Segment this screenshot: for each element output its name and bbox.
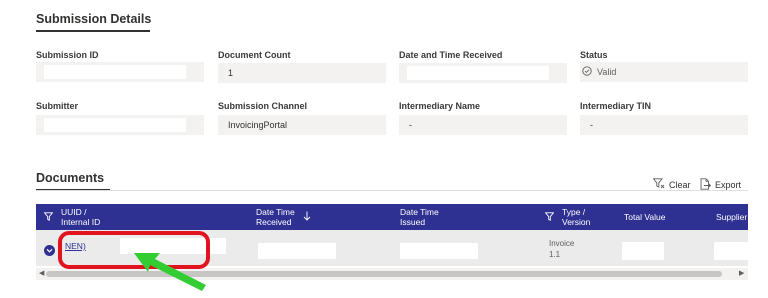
version-value: 1.1 <box>549 250 561 259</box>
column-date-issued-line2: Issued <box>400 217 426 227</box>
intermediary-name-value: - <box>399 115 567 135</box>
submission-id-value <box>36 62 204 82</box>
clear-filter-icon <box>652 178 665 191</box>
column-date-issued[interactable]: Date Time Issued <box>400 204 439 230</box>
intermediary-tin-label: Intermediary TIN <box>580 101 652 111</box>
expand-row-icon[interactable] <box>44 243 55 261</box>
filter-icon[interactable] <box>43 211 54 223</box>
filter-icon[interactable] <box>544 211 555 223</box>
column-supplier[interactable]: Supplier <box>716 204 748 230</box>
column-date-received-line1: Date Time <box>256 207 295 217</box>
submitter-value <box>36 115 204 135</box>
clear-label: Clear <box>669 179 691 190</box>
column-supplier-label: Supplier <box>716 212 748 222</box>
date-time-received-label: Date and Time Received <box>399 50 503 60</box>
submission-channel-value: InvoicingPortal <box>218 115 386 135</box>
status-text: Valid <box>597 67 617 77</box>
status-label: Status <box>580 50 608 60</box>
supplier-redacted <box>714 242 748 260</box>
submitter-label: Submitter <box>36 101 79 111</box>
date-issued-redacted <box>400 243 478 259</box>
column-uuid-line2: Internal ID <box>61 217 101 227</box>
submission-details-underline <box>36 30 150 32</box>
submission-id-label: Submission ID <box>36 50 99 60</box>
document-count-value: 1 <box>218 63 386 83</box>
column-date-issued-line1: Date Time <box>400 207 439 217</box>
type-value: Invoice <box>549 239 575 248</box>
submission-details-title: Submission Details <box>36 12 152 26</box>
column-total-value-label: Total Value <box>624 212 666 222</box>
green-arrow-icon <box>134 253 206 291</box>
column-date-received-line2: Received <box>256 217 292 227</box>
intermediary-tin-value: - <box>580 115 748 135</box>
intermediary-name-label: Intermediary Name <box>399 101 481 111</box>
export-button[interactable]: Export <box>700 178 741 192</box>
sort-desc-icon[interactable] <box>303 211 311 223</box>
total-value-redacted <box>622 242 664 260</box>
export-icon <box>700 178 712 192</box>
export-label: Export <box>715 180 742 190</box>
check-circle-icon <box>582 66 592 78</box>
documents-grid-header: UUID / Internal ID Date Time Received Da… <box>36 204 748 230</box>
column-uuid[interactable]: UUID / Internal ID <box>43 204 101 230</box>
column-type-version-line1: Type / <box>562 207 586 217</box>
date-received-redacted <box>258 243 336 259</box>
column-total-value[interactable]: Total Value <box>624 204 665 230</box>
column-uuid-line1: UUID / <box>61 207 87 217</box>
submission-channel-label: Submission Channel <box>218 101 308 111</box>
scroll-left-icon[interactable]: ◀ <box>39 268 44 280</box>
column-date-received[interactable]: Date Time Received <box>256 204 311 230</box>
documents-rule <box>36 190 748 191</box>
scroll-right-icon[interactable]: ▶ <box>739 268 744 280</box>
date-time-received-value <box>399 63 567 83</box>
documents-title: Documents <box>36 171 105 185</box>
column-type-version[interactable]: Type / Version <box>544 204 591 230</box>
clear-filter-button[interactable]: Clear <box>652 178 691 191</box>
document-count-label: Document Count <box>218 50 291 60</box>
status-value: Valid <box>582 66 616 78</box>
column-type-version-line2: Version <box>562 217 591 227</box>
